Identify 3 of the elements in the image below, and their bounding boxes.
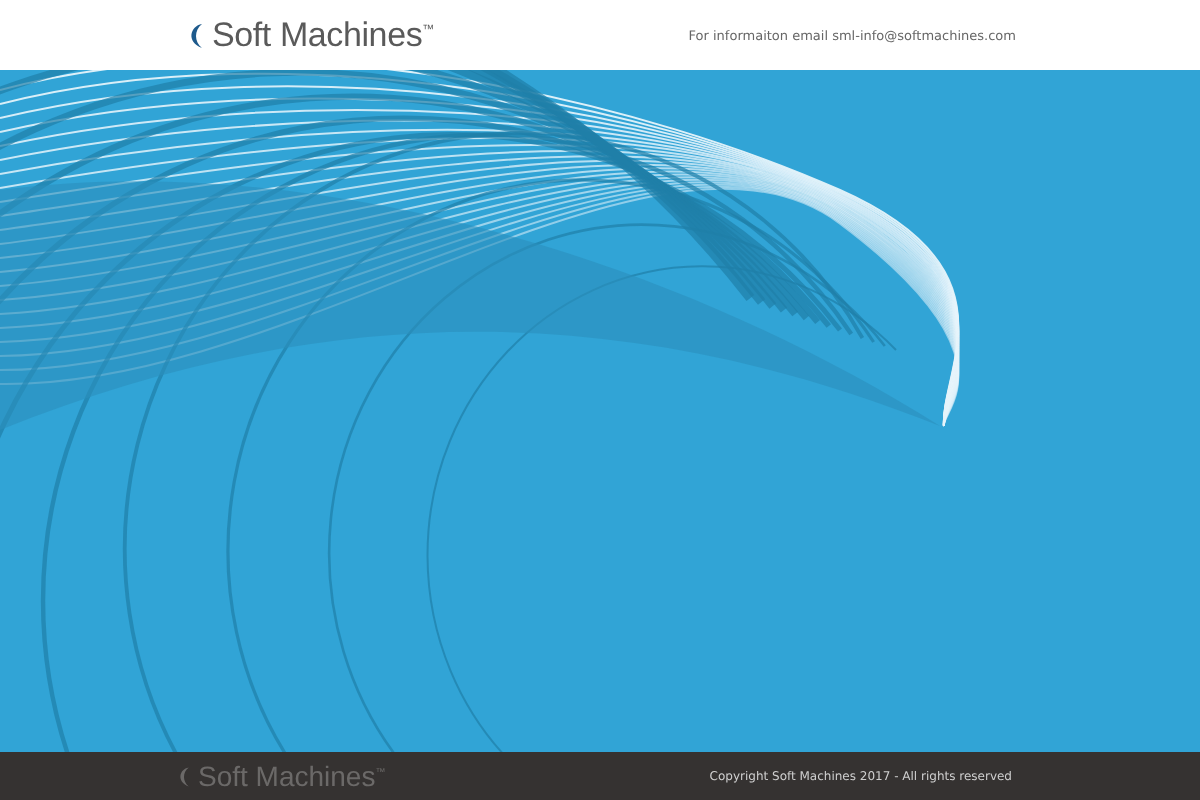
crescent-logo-icon	[176, 765, 192, 787]
logo-text: Soft Machines$^{™}$	[212, 15, 434, 55]
crescent-logo-icon	[186, 21, 206, 49]
